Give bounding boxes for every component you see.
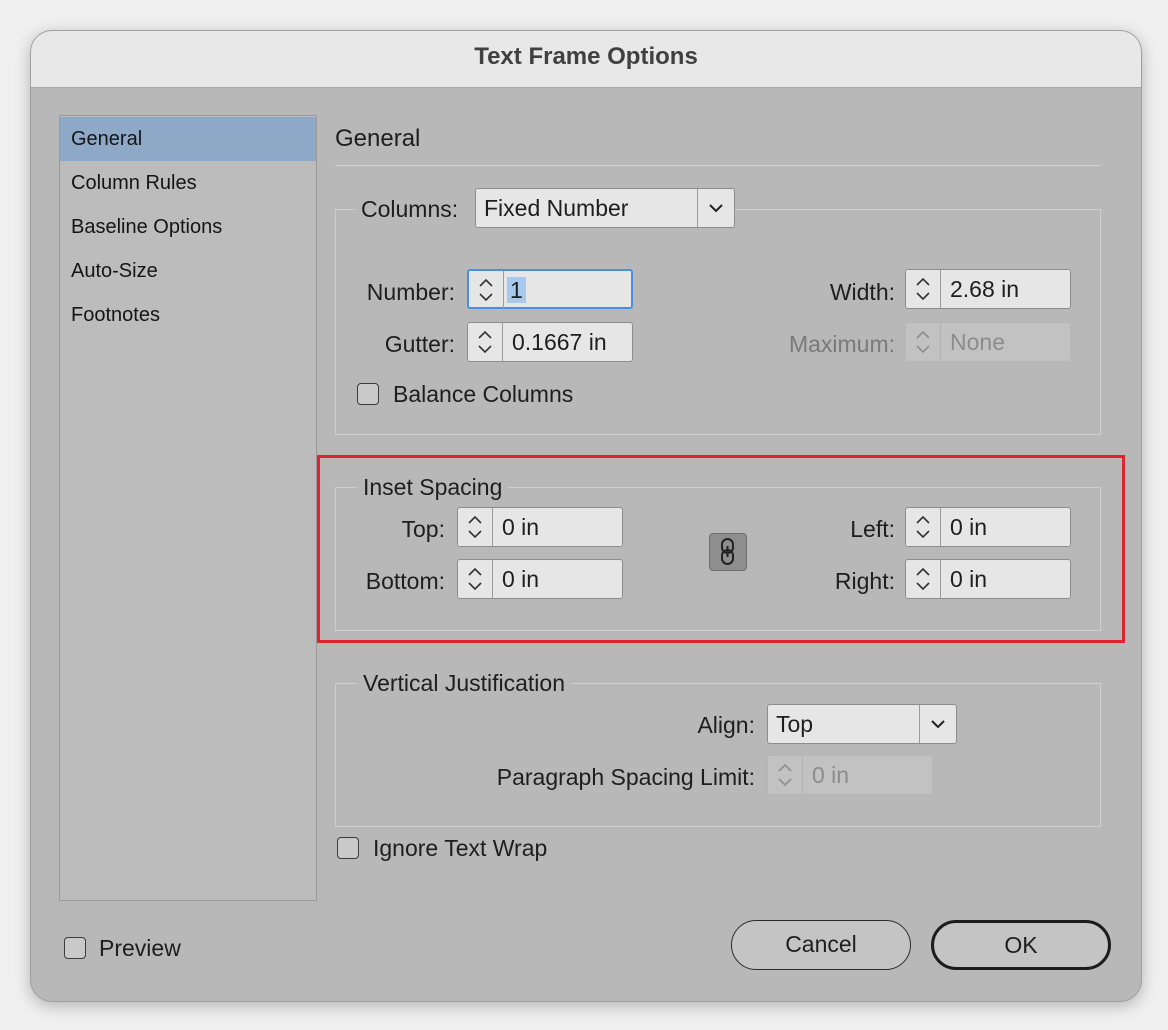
columns-type-dropdown-button[interactable] (697, 189, 734, 227)
section-heading: General (335, 125, 421, 152)
preview-checkbox[interactable] (64, 937, 86, 959)
dialog-title: Text Frame Options (474, 43, 698, 70)
columns-label: Columns: (361, 196, 459, 222)
align-value: Top (776, 711, 814, 737)
number-stepper[interactable]: 1 (467, 269, 633, 309)
align-dropdown[interactable]: Top (767, 704, 957, 744)
sidebar-item-baseline-options[interactable]: Baseline Options (60, 205, 316, 249)
inset-spacing-highlight (317, 455, 1125, 643)
title-bar: Text Frame Options (31, 31, 1141, 88)
stepper-arrows-icon (778, 763, 792, 787)
align-dropdown-button[interactable] (919, 705, 956, 743)
sidebar-item-footnotes[interactable]: Footnotes (60, 293, 316, 337)
paragraph-spacing-limit-input: 0 in (812, 762, 850, 788)
heading-divider (335, 165, 1101, 166)
maximum-label: Maximum: (788, 331, 895, 357)
vertical-justification-legend: Vertical Justification (357, 668, 571, 698)
vertical-justification-group (335, 683, 1101, 827)
gutter-stepper-arrows[interactable] (468, 323, 503, 361)
chevron-down-icon (709, 204, 723, 213)
stepper-arrows-icon (916, 277, 930, 301)
stepper-arrows-icon (916, 330, 930, 354)
stepper-arrows-icon (479, 278, 493, 302)
ignore-text-wrap-label: Ignore Text Wrap (373, 835, 548, 861)
chevron-down-icon (931, 720, 945, 729)
gutter-label: Gutter: (384, 331, 455, 357)
ok-button[interactable]: OK (931, 920, 1111, 970)
gutter-stepper[interactable]: 0.1667 in (467, 322, 633, 362)
sidebar: General Column Rules Baseline Options Au… (59, 115, 317, 901)
preview-label: Preview (99, 935, 181, 961)
number-stepper-arrows[interactable] (469, 271, 504, 309)
balance-columns-checkbox[interactable] (357, 383, 379, 405)
maximum-input: None (950, 329, 1005, 355)
width-label: Width: (829, 279, 895, 305)
gutter-input[interactable]: 0.1667 in (512, 323, 607, 361)
width-stepper-arrows[interactable] (906, 270, 941, 308)
width-stepper[interactable]: 2.68 in (905, 269, 1071, 309)
text-frame-options-dialog: Text Frame Options General Column Rules … (30, 30, 1142, 1002)
paragraph-spacing-limit-arrows (768, 756, 803, 794)
number-value: 1 (507, 277, 526, 303)
sidebar-item-general[interactable]: General (60, 117, 316, 161)
paragraph-spacing-limit-label: Paragraph Spacing Limit: (496, 764, 755, 790)
width-input[interactable]: 2.68 in (950, 270, 1019, 308)
sidebar-item-auto-size[interactable]: Auto-Size (60, 249, 316, 293)
maximum-stepper: None (905, 322, 1071, 362)
align-label: Align: (697, 712, 755, 738)
maximum-stepper-arrows (906, 323, 941, 361)
sidebar-item-column-rules[interactable]: Column Rules (60, 161, 316, 205)
number-input[interactable]: 1 (507, 271, 526, 309)
ignore-text-wrap-checkbox[interactable] (337, 837, 359, 859)
columns-type-dropdown[interactable]: Fixed Number (475, 188, 735, 228)
cancel-button[interactable]: Cancel (731, 920, 911, 970)
stepper-arrows-icon (478, 330, 492, 354)
paragraph-spacing-limit-stepper: 0 in (767, 755, 933, 795)
balance-columns-label: Balance Columns (393, 381, 574, 407)
columns-type-value: Fixed Number (484, 195, 629, 221)
number-label: Number: (366, 279, 455, 305)
